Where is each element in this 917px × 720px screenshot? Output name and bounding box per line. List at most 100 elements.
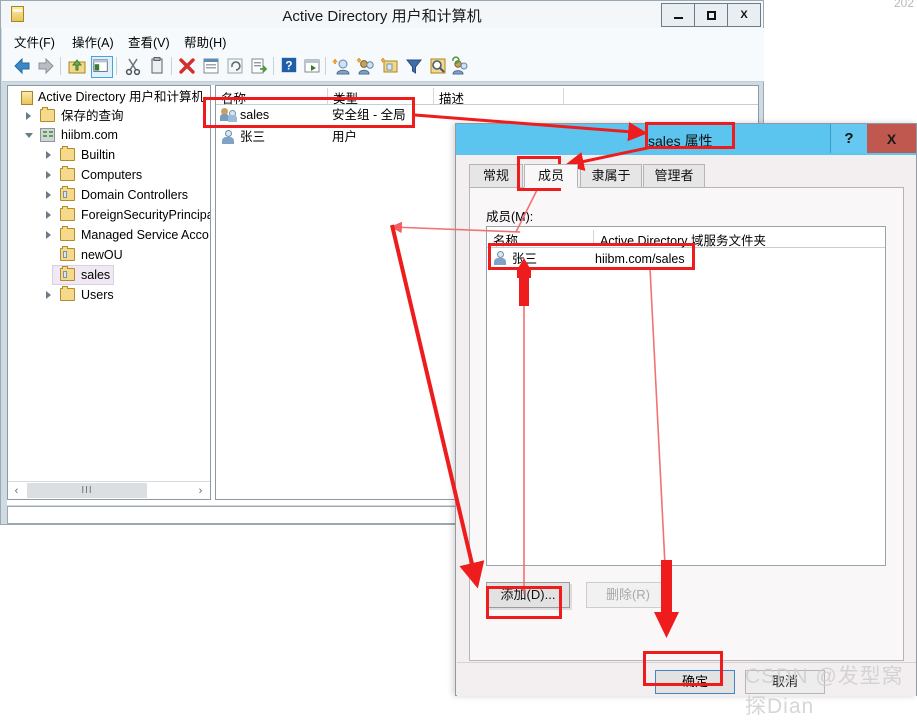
- tab-memberof[interactable]: 隶属于: [580, 164, 642, 188]
- folder-icon: [60, 286, 75, 301]
- chevron-right-icon[interactable]: [46, 231, 51, 239]
- close-button[interactable]: X: [727, 3, 761, 27]
- tree-item-label: sales: [81, 268, 111, 282]
- folder-icon: [40, 107, 55, 122]
- row-name: sales: [240, 108, 270, 122]
- scroll-left-icon[interactable]: ‹: [8, 482, 25, 499]
- scroll-right-icon[interactable]: ›: [192, 482, 209, 499]
- remove-button[interactable]: 删除(R): [586, 582, 670, 608]
- tree-horizontal-scrollbar[interactable]: ‹ III ›: [8, 481, 210, 499]
- find-icon[interactable]: [428, 56, 448, 76]
- console-tree[interactable]: Active Directory 用户和计算机 保存的查询 hiibm.com …: [7, 85, 211, 500]
- folder-icon: [60, 226, 75, 241]
- menu-item-file[interactable]: 文件(F): [14, 32, 55, 51]
- menu-item-action[interactable]: 操作(A): [72, 32, 114, 51]
- column-header-name[interactable]: 名称: [216, 88, 328, 106]
- tree-item-label: Users: [81, 288, 114, 302]
- toolbar-separator: [171, 57, 172, 75]
- folder-icon: [60, 146, 75, 161]
- properties-icon[interactable]: [201, 56, 221, 76]
- corner-text: 202: [893, 0, 914, 10]
- row-name: 张三: [240, 130, 266, 144]
- dialog-title: sales 属性: [648, 133, 713, 149]
- new-ou-icon[interactable]: [380, 56, 400, 76]
- tab-general[interactable]: 常规: [469, 164, 523, 188]
- tree-item-label: ForeignSecurityPrincipa: [81, 208, 211, 222]
- add-button[interactable]: 添加(D)...: [486, 582, 570, 608]
- chevron-right-icon[interactable]: [46, 211, 51, 219]
- main-window-titlebar: Active Directory 用户和计算机 X: [1, 1, 763, 28]
- row-type: 安全组 - 全局: [332, 108, 406, 122]
- delete-icon[interactable]: [177, 56, 197, 76]
- window-controls: X: [661, 3, 761, 27]
- tree-item-label: 保存的查询: [61, 109, 124, 123]
- folder-icon: [60, 206, 75, 221]
- members-tab-panel: 成员(M): 名称 Active Directory 域服务文件夹 张三 hii…: [469, 187, 904, 661]
- scrollbar-thumb[interactable]: III: [27, 483, 147, 498]
- member-name: 张三: [512, 252, 538, 266]
- user-icon: [493, 251, 507, 265]
- console-icon[interactable]: [302, 56, 322, 76]
- ok-button[interactable]: 确定: [655, 670, 735, 694]
- chevron-right-icon[interactable]: [26, 112, 31, 120]
- ou-folder-icon: [60, 246, 75, 261]
- tab-managedby[interactable]: 管理者: [643, 164, 705, 188]
- chevron-down-icon[interactable]: [25, 133, 33, 138]
- tree-item-label: newOU: [81, 248, 123, 262]
- main-window-title: Active Directory 用户和计算机: [282, 8, 482, 25]
- group-icon: [220, 108, 237, 122]
- chevron-right-icon[interactable]: [46, 171, 51, 179]
- toolbar-separator: [116, 57, 117, 75]
- dialog-tabs: 常规 成员 隶属于 管理者: [469, 164, 904, 188]
- add-members-icon[interactable]: [450, 56, 470, 76]
- tree-item-label: hiibm.com: [61, 128, 118, 142]
- new-user-icon[interactable]: [332, 56, 352, 76]
- help-icon[interactable]: ?: [280, 56, 300, 76]
- menu-item-view[interactable]: 查看(V): [128, 32, 170, 51]
- toolbar-separator: [273, 57, 274, 75]
- member-folder: hiibm.com/sales: [595, 252, 685, 266]
- ou-folder-icon: [60, 186, 75, 201]
- chevron-right-icon[interactable]: [46, 291, 51, 299]
- help-button[interactable]: ?: [830, 124, 867, 153]
- tab-members[interactable]: 成员: [524, 164, 578, 188]
- filter-icon[interactable]: [404, 56, 424, 76]
- up-folder-icon[interactable]: [67, 56, 87, 76]
- list-header: 名称 类型 描述: [216, 86, 758, 106]
- column-header-description[interactable]: 描述: [434, 88, 564, 106]
- toolbar-separator: [325, 57, 326, 75]
- menu-bar: 文件(F) 操作(A) 查看(V) 帮助(H): [2, 28, 764, 52]
- copy-icon[interactable]: [147, 56, 167, 76]
- toolbar-separator: [60, 57, 61, 75]
- export-list-icon[interactable]: [249, 56, 269, 76]
- column-header-ad-folder[interactable]: Active Directory 域服务文件夹: [594, 230, 885, 248]
- dialog-titlebar: sales 属性 ? X: [456, 124, 916, 155]
- members-list[interactable]: 名称 Active Directory 域服务文件夹 张三 hiibm.com/…: [486, 226, 886, 566]
- console-root-icon: [21, 91, 33, 105]
- row-type: 用户: [332, 130, 358, 144]
- tree-root-label: Active Directory 用户和计算机: [38, 90, 204, 104]
- forward-icon[interactable]: [36, 56, 56, 76]
- maximize-button[interactable]: [694, 3, 728, 27]
- ou-folder-icon: [60, 266, 75, 281]
- table-row[interactable]: 张三 hiibm.com/sales: [488, 248, 886, 270]
- minimize-button[interactable]: [661, 3, 695, 27]
- close-icon[interactable]: X: [867, 124, 916, 153]
- column-header-type[interactable]: 类型: [328, 88, 434, 106]
- refresh-icon[interactable]: [225, 56, 245, 76]
- toolbar: ?: [2, 51, 764, 82]
- watermark: CSDN @发型窝探Dian: [745, 665, 904, 718]
- back-icon[interactable]: [12, 56, 32, 76]
- chevron-right-icon[interactable]: [46, 191, 51, 199]
- menu-item-help[interactable]: 帮助(H): [184, 32, 226, 51]
- tree-item-label: Managed Service Acco: [81, 228, 209, 242]
- members-list-header: 名称 Active Directory 域服务文件夹: [487, 227, 885, 248]
- new-group-icon[interactable]: [356, 56, 376, 76]
- user-icon: [221, 130, 235, 144]
- column-header-name[interactable]: 名称: [487, 230, 594, 248]
- cut-icon[interactable]: [123, 56, 143, 76]
- folder-icon: [60, 166, 75, 181]
- chevron-right-icon[interactable]: [46, 151, 51, 159]
- svg-text:?: ?: [285, 60, 292, 73]
- show-hide-tree-icon[interactable]: [91, 56, 113, 78]
